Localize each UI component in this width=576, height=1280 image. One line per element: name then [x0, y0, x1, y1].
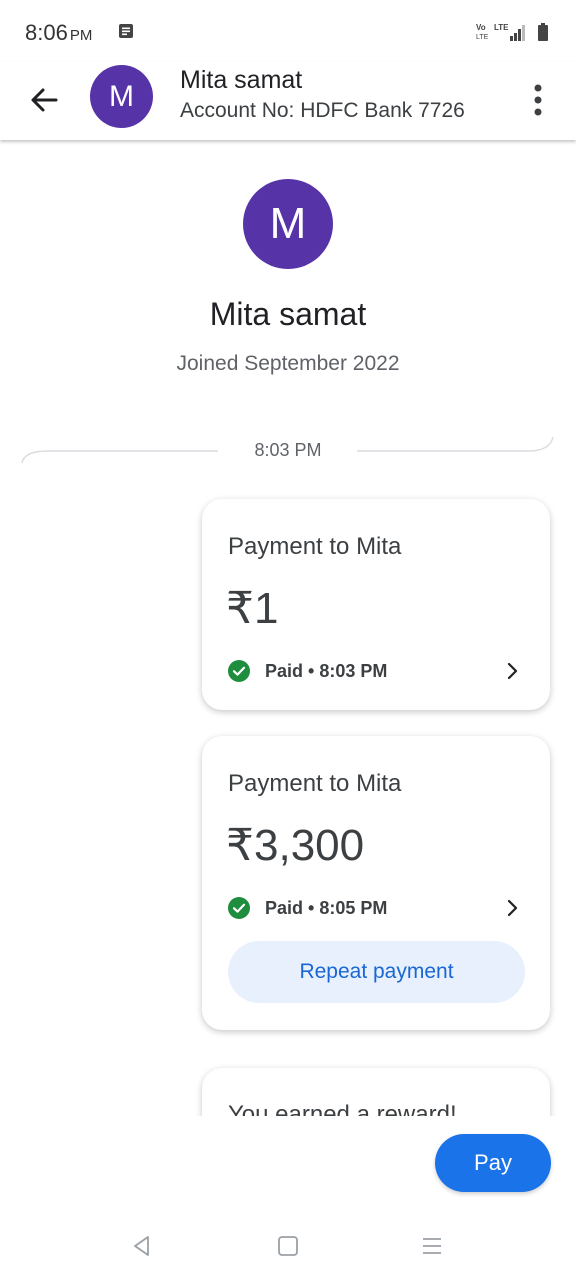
battery-icon: [538, 23, 548, 41]
svg-text:LTE: LTE: [494, 23, 509, 32]
status-time: 8:06 PM: [25, 20, 92, 46]
payment-status-row: Paid • 8:05 PM: [228, 896, 387, 920]
payment-status: Paid • 8:05 PM: [265, 897, 388, 918]
chevron-right-icon[interactable]: [502, 896, 522, 920]
payment-title: Payment to Mita: [228, 533, 402, 560]
svg-text:LTE: LTE: [476, 34, 489, 41]
payment-amount: ₹3,300: [226, 821, 365, 870]
header-account-number: Account No: HDFC Bank 7726: [180, 99, 465, 122]
divider-time: 8:03 PM: [254, 440, 322, 460]
payment-status-row: Paid • 8:03 PM: [228, 659, 387, 683]
status-bar: 8:06 PM Vo LTE LTE: [0, 0, 576, 62]
payment-card[interactable]: Payment to Mita ₹1 Paid • 8:03 PM: [202, 499, 550, 710]
payment-status: Paid • 8:03 PM: [265, 660, 388, 681]
system-nav-bar: [0, 1212, 576, 1280]
reward-title: You earned a reward!: [228, 1101, 457, 1116]
repeat-payment-button[interactable]: Repeat payment: [228, 941, 525, 1003]
nav-home-icon[interactable]: [274, 1232, 302, 1260]
svg-text:Vo: Vo: [476, 23, 486, 32]
chat-screen: 8:06 PM Vo LTE LTE M Mita samat Account …: [0, 0, 576, 1280]
chevron-right-icon[interactable]: [502, 659, 522, 683]
payment-amount: ₹1: [226, 584, 279, 633]
nav-back-icon[interactable]: [128, 1232, 156, 1260]
status-time-value: 8:06: [25, 20, 68, 45]
status-icons: Vo LTE LTE: [476, 23, 548, 41]
check-circle-icon: [228, 897, 250, 919]
joined-date: Joined September 2022: [176, 352, 400, 375]
volte-icon: Vo LTE: [476, 23, 489, 41]
payment-card[interactable]: Payment to Mita ₹3,300 Paid • 8:05 PM Re…: [202, 736, 550, 1030]
profile-avatar: M: [243, 179, 333, 269]
more-options-icon[interactable]: [524, 80, 552, 120]
lte-icon: LTE: [494, 23, 509, 32]
header-avatar[interactable]: M: [90, 65, 153, 128]
notification-icon: [119, 24, 133, 38]
check-circle-icon: [228, 660, 250, 682]
nav-menu-icon[interactable]: [418, 1232, 446, 1260]
reward-card[interactable]: You earned a reward!: [202, 1068, 550, 1116]
header-contact-name[interactable]: Mita samat: [180, 66, 302, 95]
back-arrow-icon[interactable]: [24, 78, 68, 122]
status-time-ampm: PM: [69, 27, 93, 44]
signal-icon: [510, 25, 525, 41]
profile-name: Mita samat: [209, 296, 367, 332]
pay-button[interactable]: Pay: [435, 1134, 551, 1192]
app-header: M Mita samat Account No: HDFC Bank 7726: [0, 62, 576, 140]
reward-card-clip: You earned a reward!: [195, 1060, 565, 1116]
payment-title: Payment to Mita: [228, 770, 402, 797]
